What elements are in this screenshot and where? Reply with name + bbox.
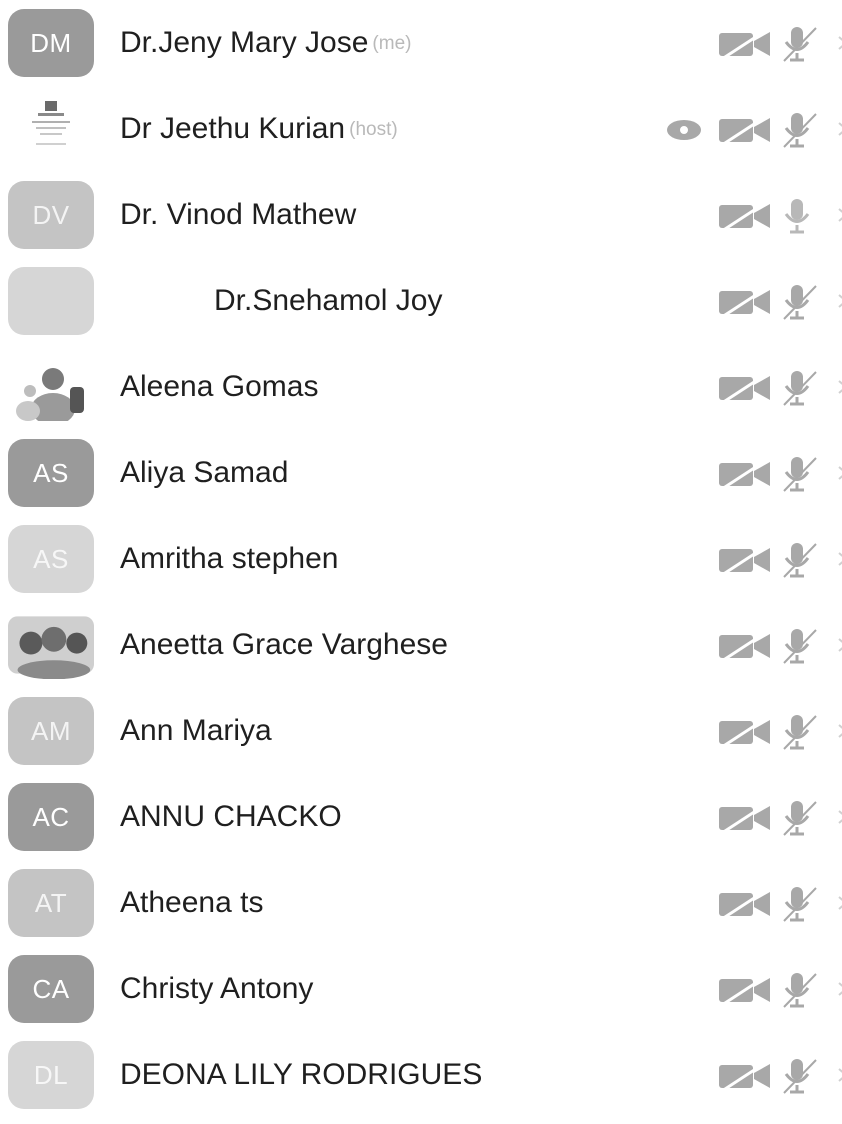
chevron-right-icon[interactable] — [836, 459, 842, 487]
camera-off-icon — [718, 200, 772, 232]
camera-off-icon — [718, 974, 772, 1006]
mic-off-icon — [778, 627, 820, 665]
host-tag: (host) — [349, 119, 398, 140]
participant-name: Dr.Jeny Mary Jose (me) — [120, 0, 411, 86]
chevron-right-icon[interactable] — [836, 975, 842, 1003]
chevron-right-icon[interactable] — [836, 889, 842, 917]
camera-off-icon — [718, 888, 772, 920]
camera-off-icon — [718, 28, 772, 60]
participant-name: Aleena Gomas — [120, 344, 318, 430]
participant-name-text: DEONA LILY RODRIGUES — [120, 1058, 483, 1091]
chevron-right-icon[interactable] — [836, 373, 842, 401]
participant-row[interactable]: AC ANNU CHACKO — [0, 774, 842, 860]
mic-off-icon — [778, 455, 820, 493]
participant-row[interactable]: AS Amritha stephen — [0, 516, 842, 602]
participant-name: Aneetta Grace Varghese — [120, 602, 448, 688]
participant-name: Dr.Snehamol Joy — [214, 258, 442, 344]
chevron-right-icon[interactable] — [836, 631, 842, 659]
participant-row[interactable]: AS Aliya Samad — [0, 430, 842, 516]
participant-row[interactable]: CA Christy Antony — [0, 946, 842, 1032]
participant-row[interactable]: AM Ann Mariya — [0, 688, 842, 774]
avatar: AS — [8, 439, 94, 507]
participants-list: DM Dr.Jeny Mary Jose (me) Dr Jeethu Kuria… — [0, 0, 842, 1124]
mic-off-icon — [778, 25, 820, 63]
participant-name-text: ANNU CHACKO — [120, 800, 342, 833]
mic-off-icon — [778, 111, 820, 149]
participant-name: Dr. Vinod Mathew — [120, 172, 356, 258]
avatar: CA — [8, 955, 94, 1023]
chevron-right-icon[interactable] — [836, 115, 842, 143]
participant-name: Dr Jeethu Kurian (host) — [120, 86, 398, 172]
chevron-right-icon[interactable] — [836, 803, 842, 831]
participant-name-text: Aneetta Grace Varghese — [120, 628, 448, 661]
participant-name: Ann Mariya — [120, 688, 272, 774]
chevron-right-icon[interactable] — [836, 1061, 842, 1089]
participant-name-text: Dr.Snehamol Joy — [214, 284, 443, 317]
participant-name-text: Ann Mariya — [120, 714, 272, 747]
participant-row[interactable]: Dr Jeethu Kurian (host) — [0, 86, 842, 172]
chevron-right-icon[interactable] — [836, 29, 842, 57]
avatar: DM — [8, 9, 94, 77]
avatar — [8, 353, 94, 421]
participant-name: ANNU CHACKO — [120, 774, 342, 860]
participant-name-text: Aleena Gomas — [120, 370, 319, 403]
avatar — [8, 95, 94, 163]
mic-off-icon — [778, 799, 820, 837]
mic-icon — [778, 197, 820, 235]
camera-off-icon — [718, 286, 772, 318]
avatar: AS — [8, 525, 94, 593]
camera-off-icon — [718, 544, 772, 576]
participant-name: DEONA LILY RODRIGUES — [120, 1032, 482, 1118]
camera-off-icon — [718, 458, 772, 490]
mic-off-icon — [778, 541, 820, 579]
participant-row[interactable]: Aleena Gomas — [0, 344, 842, 430]
mic-off-icon — [778, 885, 820, 923]
participant-name-text: Amritha stephen — [120, 542, 339, 575]
participant-name-text: Christy Antony — [120, 972, 314, 1005]
mic-off-icon — [778, 1057, 820, 1095]
avatar: AM — [8, 697, 94, 765]
chevron-right-icon[interactable] — [836, 545, 842, 573]
mic-off-icon — [778, 713, 820, 751]
participant-name-text: Atheena ts — [120, 886, 264, 919]
avatar — [8, 611, 94, 679]
participant-row[interactable]: AT Atheena ts — [0, 860, 842, 946]
participant-name-text: Aliya Samad — [120, 456, 289, 489]
participant-name: Amritha stephen — [120, 516, 338, 602]
chevron-right-icon[interactable] — [836, 287, 842, 315]
avatar: DV — [8, 181, 94, 249]
chevron-right-icon[interactable] — [836, 201, 842, 229]
participant-name: Atheena ts — [120, 860, 263, 946]
camera-off-icon — [718, 630, 772, 662]
participant-row[interactable]: DM Dr.Jeny Mary Jose (me) — [0, 0, 842, 86]
participant-name-text: Dr Jeethu Kurian — [120, 112, 346, 145]
camera-off-icon — [718, 372, 772, 404]
chevron-right-icon[interactable] — [836, 717, 842, 745]
camera-off-icon — [718, 802, 772, 834]
camera-off-icon — [718, 1060, 772, 1092]
participant-row[interactable]: Dr.Snehamol Joy — [0, 258, 842, 344]
mic-off-icon — [778, 369, 820, 407]
mic-off-icon — [778, 283, 820, 321]
avatar: AC — [8, 783, 94, 851]
camera-off-icon — [718, 114, 772, 146]
avatar — [8, 267, 94, 335]
camera-off-icon — [718, 716, 772, 748]
participant-name: Christy Antony — [120, 946, 313, 1032]
me-tag: (me) — [372, 33, 412, 54]
participant-row[interactable]: DL DEONA LILY RODRIGUES — [0, 1032, 842, 1118]
mic-off-icon — [778, 971, 820, 1009]
participant-name-text: Dr. Vinod Mathew — [120, 198, 357, 231]
avatar: AT — [8, 869, 94, 937]
screen-share-icon — [666, 119, 702, 141]
participant-row[interactable]: DV Dr. Vinod Mathew — [0, 172, 842, 258]
participant-row[interactable]: Aneetta Grace Varghese — [0, 602, 842, 688]
participant-name: Aliya Samad — [120, 430, 288, 516]
avatar: DL — [8, 1041, 94, 1109]
participant-name-text: Dr.Jeny Mary Jose — [120, 26, 369, 59]
